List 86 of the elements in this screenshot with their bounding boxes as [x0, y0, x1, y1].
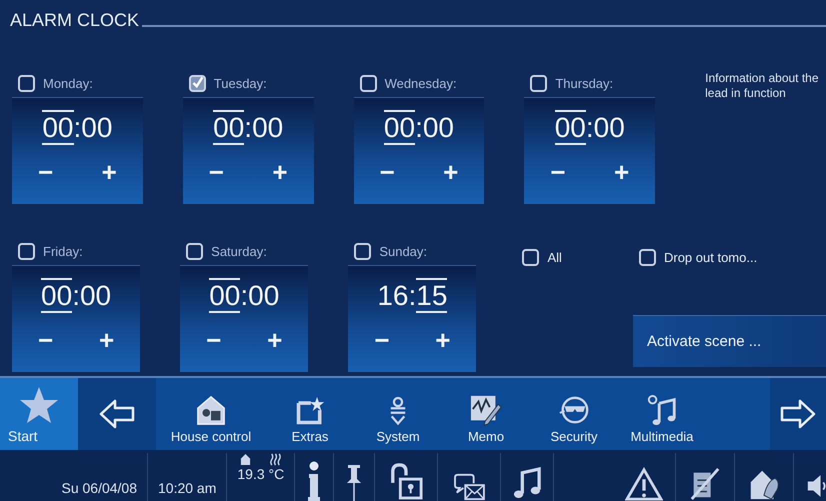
minutes-value[interactable]: 00: [81, 112, 112, 143]
masked-figure-icon: [558, 394, 590, 426]
minutes-value[interactable]: 00: [594, 112, 625, 143]
info-text: Information about the lead in function: [704, 71, 820, 102]
heat-waves-icon: [268, 453, 282, 466]
minus-button[interactable]: −: [200, 326, 228, 354]
day-label: Sunday:: [379, 244, 428, 258]
minus-button[interactable]: −: [368, 326, 396, 354]
time-separator: :: [72, 280, 80, 311]
minutes-value[interactable]: 15: [416, 278, 448, 313]
system-icon: [389, 396, 407, 426]
hours-value[interactable]: 00: [209, 278, 240, 313]
hours-value[interactable]: 00: [41, 278, 72, 313]
day-label: Thursday:: [555, 76, 614, 90]
padlock-open-icon[interactable]: [389, 461, 424, 501]
minus-button[interactable]: −: [32, 158, 60, 186]
hours-value[interactable]: 00: [213, 110, 244, 145]
plus-button[interactable]: +: [261, 326, 288, 354]
minus-button[interactable]: −: [374, 158, 401, 186]
nav-tab[interactable]: Extras: [266, 378, 354, 450]
info-icon[interactable]: [307, 461, 322, 501]
hours-value[interactable]: 16: [377, 280, 408, 311]
nav-tab[interactable]: House control: [156, 378, 266, 450]
hours-value[interactable]: 00: [42, 110, 74, 145]
day-label: Saturday:: [211, 244, 267, 258]
time-separator: :: [408, 280, 416, 311]
warning-icon[interactable]: [625, 467, 663, 501]
checkbox[interactable]: [360, 74, 377, 92]
date-text: Su 06/04/08: [0, 453, 148, 501]
checkbox[interactable]: [530, 74, 548, 92]
plus-button[interactable]: +: [437, 158, 464, 186]
screen-title: ALARM CLOCK: [10, 10, 140, 30]
checkbox[interactable]: [188, 74, 206, 92]
checkbox[interactable]: [522, 248, 540, 266]
minutes-value[interactable]: 00: [80, 280, 112, 311]
minus-button[interactable]: −: [32, 326, 60, 354]
minutes-value[interactable]: 00: [252, 112, 284, 143]
arrow-left-icon: [99, 399, 135, 429]
minutes-value[interactable]: 00: [248, 280, 280, 311]
nav-tab[interactable]: Memo: [442, 378, 530, 450]
checkbox[interactable]: [186, 242, 204, 260]
nav-tab[interactable]: Security: [530, 378, 618, 450]
plus-button[interactable]: +: [608, 158, 636, 186]
drop-out-label: Drop out tomo...: [664, 250, 758, 264]
plus-button[interactable]: +: [266, 158, 294, 186]
day-label: Tuesday:: [214, 76, 267, 90]
checkbox[interactable]: [18, 242, 35, 260]
minus-button[interactable]: −: [202, 158, 230, 186]
checkbox[interactable]: [18, 74, 35, 92]
time-separator: :: [244, 112, 252, 143]
plus-button[interactable]: +: [429, 326, 456, 354]
star-icon: [18, 385, 60, 425]
plus-button[interactable]: +: [96, 158, 123, 186]
arrow-right-icon: [780, 399, 816, 429]
house-icon: [195, 394, 227, 426]
day-label: Wednesday:: [384, 76, 457, 90]
hours-value[interactable]: 00: [554, 110, 586, 145]
pin-icon[interactable]: [346, 463, 362, 501]
plus-button[interactable]: +: [92, 326, 120, 354]
frame-star-icon: [295, 396, 325, 426]
forward-button[interactable]: [770, 378, 826, 450]
checkbox[interactable]: [354, 242, 372, 260]
minus-button[interactable]: −: [544, 158, 572, 186]
nav-tab[interactable]: Start: [0, 378, 78, 450]
back-button[interactable]: [78, 378, 156, 450]
checkbox[interactable]: [638, 248, 656, 266]
nav-tab[interactable]: Multimedia: [618, 378, 706, 450]
activate-scene-button[interactable]: Activate scene ...: [632, 315, 826, 367]
time-text: 10:20 am: [148, 453, 228, 501]
time-separator: :: [586, 112, 594, 143]
memo-icon: [469, 394, 503, 426]
hours-value[interactable]: 00: [384, 110, 416, 145]
temperature-text: 19.3 °C: [237, 466, 284, 482]
all-label: All: [547, 250, 562, 264]
message-envelope-icon[interactable]: [452, 473, 486, 501]
minutes-value[interactable]: 00: [422, 112, 454, 143]
music-note-icon[interactable]: [513, 467, 542, 501]
day-label: Monday:: [43, 76, 93, 90]
music-icon: [646, 394, 678, 426]
time-separator: :: [74, 112, 82, 143]
time-separator: :: [240, 280, 248, 311]
crossed-document-icon[interactable]: [688, 467, 722, 501]
time-separator: :: [415, 112, 423, 143]
house-icon: [240, 453, 251, 466]
day-label: Friday:: [43, 244, 83, 258]
nav-tab[interactable]: System: [354, 378, 442, 450]
